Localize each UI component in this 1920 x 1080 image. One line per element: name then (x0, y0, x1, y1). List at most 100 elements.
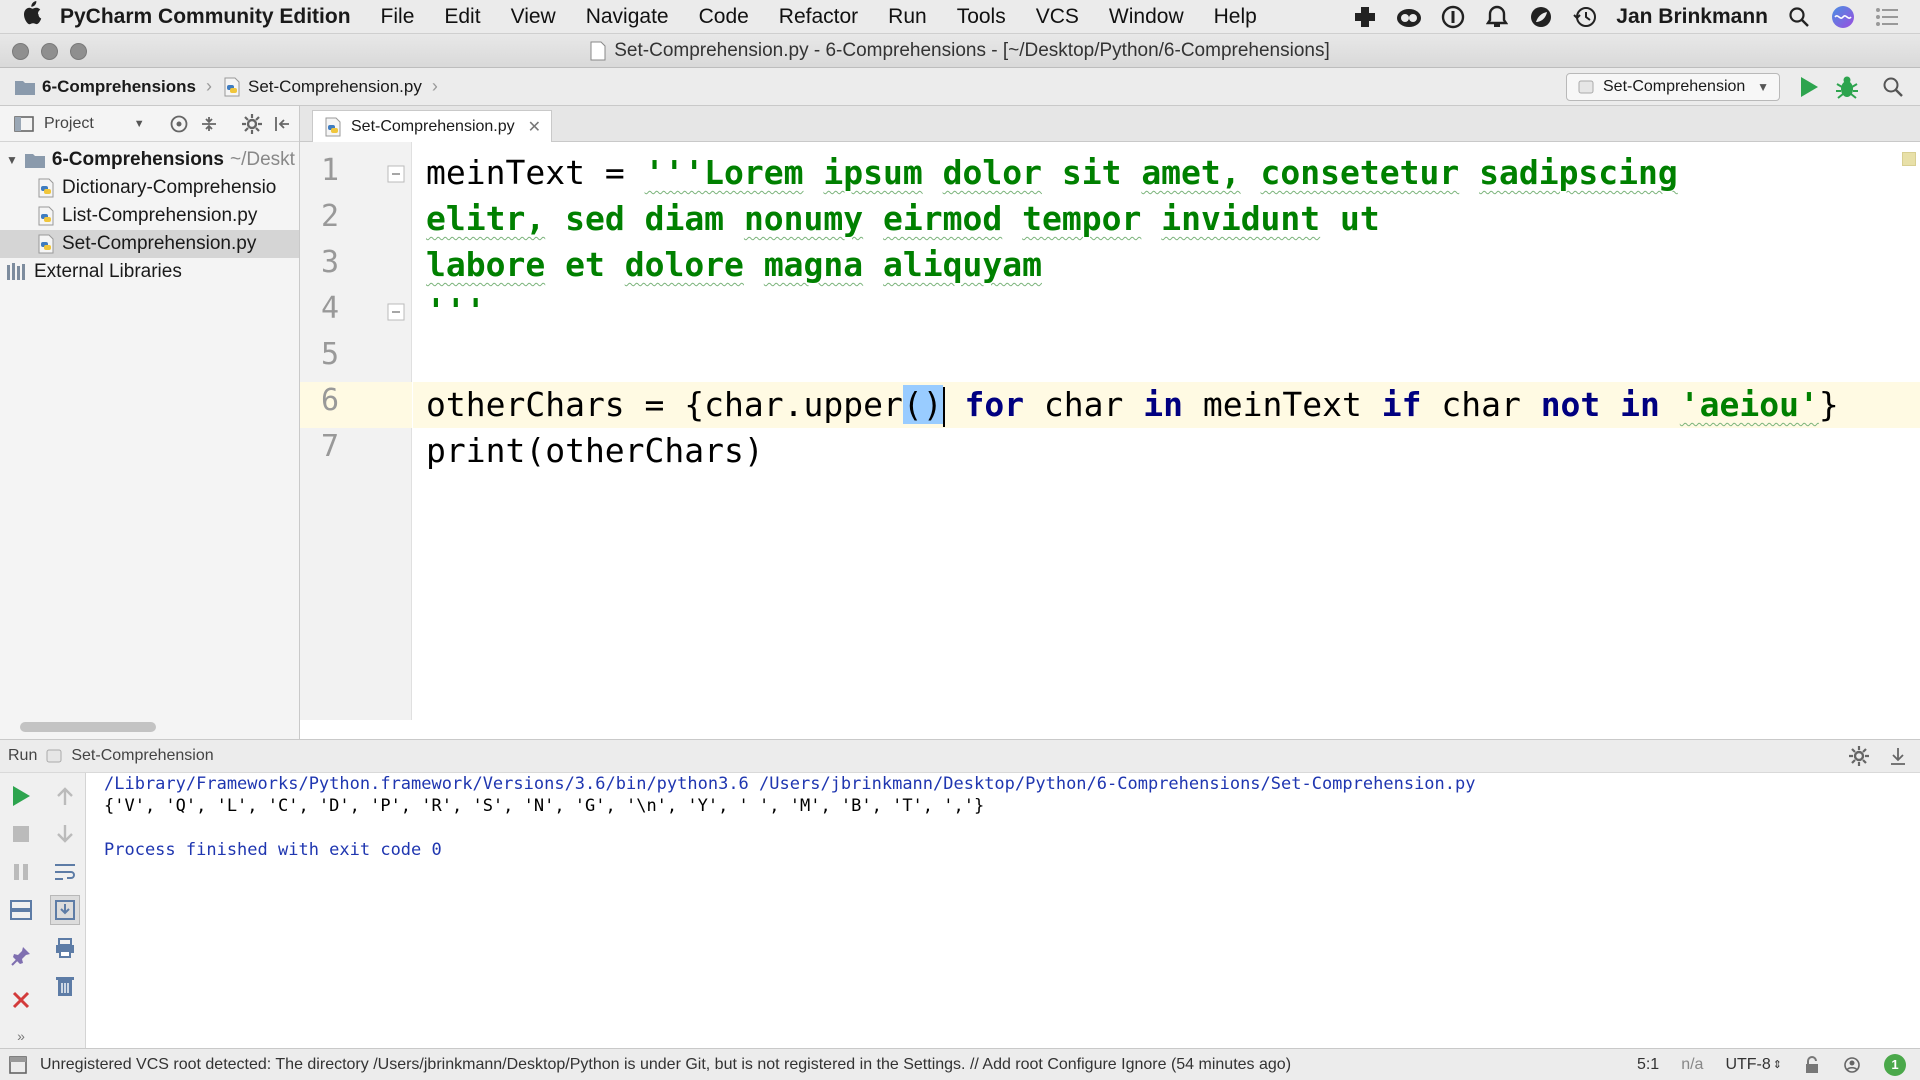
tool-windows-toggle-icon[interactable] (8, 1055, 28, 1075)
caret-position[interactable]: 5:1 (1637, 1056, 1659, 1074)
user-name[interactable]: Jan Brinkmann (1616, 5, 1768, 29)
window-titlebar: Set-Comprehension.py - 6-Comprehensions … (0, 34, 1920, 68)
breadcrumb-project[interactable]: 6-Comprehensions (14, 77, 196, 97)
hide-panel-icon[interactable] (273, 114, 293, 134)
menu-navigate[interactable]: Navigate (586, 5, 669, 29)
time-machine-icon[interactable] (1572, 4, 1598, 30)
editor-tab-set-comprehension[interactable]: Set-Comprehension.py ✕ (312, 110, 552, 142)
editor-gutter: 1 2 3 4 5 6 7 (300, 142, 412, 720)
clear-all-icon[interactable] (50, 971, 80, 1001)
cloud-sync-icon[interactable] (1396, 4, 1422, 30)
fold-marker-icon[interactable] (386, 164, 406, 184)
inspection-status-icon[interactable] (1902, 152, 1916, 166)
chevron-down-icon[interactable]: ▼ (134, 118, 145, 130)
tree-item-file[interactable]: Dictionary-Comprehensio (0, 174, 299, 202)
run-icon[interactable] (1794, 72, 1824, 102)
scroll-down-icon[interactable] (50, 819, 80, 849)
pause-icon[interactable] (6, 857, 36, 887)
tree-item-label: Set-Comprehension.py (62, 233, 257, 254)
apple-icon[interactable] (20, 1, 60, 32)
notification-bell-icon[interactable] (1484, 4, 1510, 30)
breadcrumb-file[interactable]: Set-Comprehension.py (222, 77, 422, 97)
plus-cross-icon[interactable] (1352, 4, 1378, 30)
restore-layout-icon[interactable] (6, 895, 36, 925)
run-tool-window-label[interactable]: Run (8, 747, 37, 765)
tree-item-file[interactable]: List-Comprehension.py (0, 202, 299, 230)
menu-code[interactable]: Code (699, 5, 749, 29)
project-horizontal-scrollbar[interactable] (20, 722, 156, 732)
project-tool-window: Project ▼ ▼ 6-Comprehensions ~/Deskt Dic… (0, 106, 300, 739)
string-word: nonumy (743, 199, 864, 238)
more-actions-icon[interactable]: » (6, 1021, 36, 1051)
tree-item-external-libraries[interactable]: External Libraries (0, 258, 299, 286)
pin-tab-icon[interactable] (6, 941, 36, 971)
tree-expand-icon[interactable]: ▼ (6, 153, 18, 167)
line-separator-indicator[interactable]: n/a (1681, 1056, 1703, 1074)
menu-help[interactable]: Help (1214, 5, 1257, 29)
search-everywhere-icon[interactable] (1878, 72, 1908, 102)
keyword-if: if (1381, 385, 1422, 424)
macos-menubar: PyCharm Community Edition File Edit View… (0, 0, 1920, 34)
siri-icon[interactable] (1830, 4, 1856, 30)
menu-window[interactable]: Window (1109, 5, 1184, 29)
python-file-icon (36, 206, 56, 226)
scroll-from-source-icon[interactable] (169, 114, 189, 134)
menu-file[interactable]: File (381, 5, 415, 29)
code-line-2[interactable]: elitr, sed diam nonumy eirmod tempor inv… (426, 196, 1380, 242)
window-title-text: Set-Comprehension.py - 6-Comprehensions … (614, 40, 1330, 61)
event-log-badge[interactable]: 1 (1884, 1053, 1906, 1076)
chevron-down-icon: ▼ (1757, 80, 1769, 94)
rerun-icon[interactable] (6, 781, 36, 811)
password-manager-icon[interactable] (1440, 4, 1466, 30)
code-text: otherChars = {char.upper (426, 385, 903, 424)
code-text: char (1024, 385, 1144, 424)
code-line-1[interactable]: meinText = '''Lorem ipsum dolor sit amet… (426, 150, 1678, 196)
console-output-line: {'V', 'Q', 'L', 'C', 'D', 'P', 'R', 'S',… (104, 796, 985, 816)
code-line-4[interactable]: ''' (426, 288, 486, 334)
code-editor[interactable]: meinText = '''Lorem ipsum dolor sit amet… (413, 142, 1920, 720)
menu-vcs[interactable]: VCS (1036, 5, 1079, 29)
menu-refactor[interactable]: Refactor (779, 5, 858, 29)
file-encoding-selector[interactable]: UTF-8 ⇕ (1725, 1056, 1782, 1074)
collapse-all-icon[interactable] (199, 114, 219, 134)
tree-item-file-selected[interactable]: Set-Comprehension.py (0, 230, 299, 258)
app-name[interactable]: PyCharm Community Edition (60, 5, 351, 29)
leaf-app-icon[interactable] (1528, 4, 1554, 30)
identifier-meintext: meinText (426, 153, 585, 192)
file-encoding-label: UTF-8 (1725, 1055, 1771, 1073)
project-view-label[interactable]: Project (44, 115, 94, 133)
run-console[interactable]: /Library/Frameworks/Python.framework/Ver… (86, 773, 1920, 1048)
print-icon[interactable] (50, 933, 80, 963)
spotlight-search-icon[interactable] (1786, 4, 1812, 30)
string-word: sed (565, 199, 625, 238)
debug-bug-icon[interactable] (1832, 72, 1862, 102)
run-toolbar: » (0, 773, 86, 1048)
menu-tools[interactable]: Tools (957, 5, 1006, 29)
fold-end-marker-icon[interactable] (386, 302, 406, 322)
code-line-3[interactable]: labore et dolore magna aliquyam (426, 242, 1042, 288)
run-config-tab[interactable]: Set-Comprehension (71, 747, 213, 765)
tree-item-project-root[interactable]: ▼ 6-Comprehensions ~/Deskt (0, 146, 299, 174)
hide-tool-window-icon[interactable] (1888, 746, 1908, 766)
code-line-7[interactable]: print(otherChars) (426, 428, 764, 474)
scroll-to-end-icon[interactable] (50, 895, 80, 925)
gear-icon[interactable] (241, 113, 263, 135)
lock-icon[interactable] (1804, 1055, 1820, 1074)
stop-icon[interactable] (6, 819, 36, 849)
breadcrumb-file-label: Set-Comprehension.py (247, 76, 422, 96)
close-run-tab-icon[interactable] (6, 985, 36, 1015)
notification-center-icon[interactable] (1874, 4, 1900, 30)
gear-icon[interactable] (1848, 745, 1870, 767)
scroll-up-icon[interactable] (50, 781, 80, 811)
menu-view[interactable]: View (511, 5, 556, 29)
close-icon[interactable]: ✕ (528, 117, 541, 137)
soft-wrap-icon[interactable] (50, 857, 80, 887)
code-line-6[interactable]: otherChars = {char.upper() for char in m… (426, 382, 1839, 428)
run-configuration-select[interactable]: Set-Comprehension ▼ (1566, 73, 1780, 101)
menu-run[interactable]: Run (888, 5, 927, 29)
inspector-icon[interactable] (1842, 1055, 1862, 1075)
vcs-root-notification[interactable]: Unregistered VCS root detected: The dire… (40, 1056, 1291, 1074)
menu-edit[interactable]: Edit (444, 5, 480, 29)
chevron-updown-icon: ⇕ (1772, 1059, 1782, 1071)
